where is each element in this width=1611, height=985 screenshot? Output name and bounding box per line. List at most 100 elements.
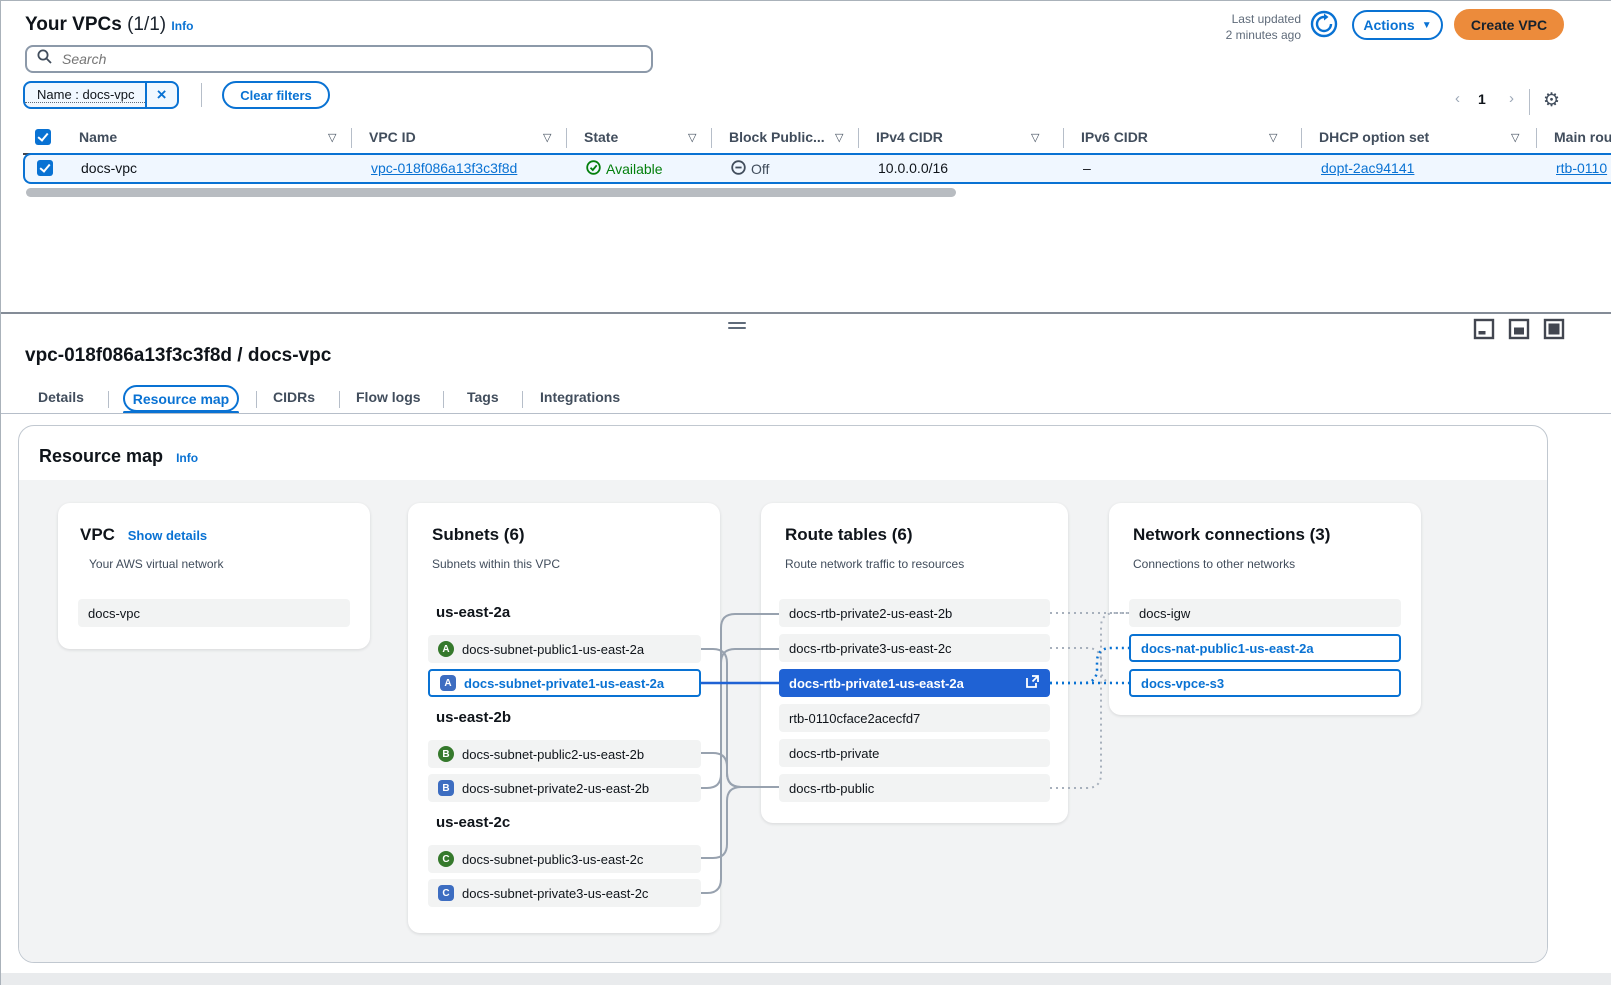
- subnet-item[interactable]: B docs-subnet-private2-us-east-2b: [428, 774, 701, 802]
- subnet-item[interactable]: C docs-subnet-private3-us-east-2c: [428, 879, 701, 907]
- refresh-icon: [1310, 26, 1338, 41]
- subnet-az-badge: B: [438, 746, 454, 762]
- tab-cidrs[interactable]: CIDRs: [273, 389, 315, 405]
- vpc-card-subtitle: Your AWS virtual network: [89, 557, 224, 571]
- az-label: us-east-2c: [436, 814, 510, 831]
- page-title-count: (1/1): [127, 14, 166, 35]
- filter-divider: [201, 83, 202, 107]
- next-page-button[interactable]: ›: [1503, 89, 1520, 108]
- connection-item[interactable]: docs-igw: [1129, 599, 1401, 627]
- route-table-item[interactable]: rtb-0110cface2acecfd7: [779, 704, 1050, 732]
- resource-map-title: Resource map Info: [39, 446, 198, 467]
- column-header-vpc-id[interactable]: VPC ID: [369, 129, 416, 145]
- filter-chip-close-icon[interactable]: ×: [145, 83, 177, 107]
- cell-main-route-link[interactable]: rtb-0110: [1556, 160, 1607, 176]
- external-link-icon[interactable]: [1025, 674, 1040, 692]
- tab-integrations[interactable]: Integrations: [540, 389, 620, 405]
- column-header-name[interactable]: Name: [79, 129, 117, 145]
- vpc-detail-title: vpc-018f086a13f3c3f8d / docs-vpc: [25, 345, 331, 367]
- route-table-item[interactable]: docs-rtb-private: [779, 739, 1050, 767]
- route-table-item-selected[interactable]: docs-rtb-private1-us-east-2a: [779, 669, 1050, 697]
- sort-icon[interactable]: ▽: [835, 131, 843, 144]
- sort-icon[interactable]: ▽: [1511, 131, 1519, 144]
- table-row[interactable]: docs-vpc vpc-018f086a13f3c3f8d Available…: [23, 153, 1611, 184]
- subnet-az-badge: A: [438, 641, 454, 657]
- route-tables-card-subtitle: Route network traffic to resources: [785, 557, 964, 571]
- sort-icon[interactable]: ▽: [543, 131, 551, 144]
- show-details-link[interactable]: Show details: [128, 528, 207, 543]
- sort-icon[interactable]: ▽: [1031, 131, 1039, 144]
- subnet-item[interactable]: B docs-subnet-public2-us-east-2b: [428, 740, 701, 768]
- subnet-item[interactable]: C docs-subnet-public3-us-east-2c: [428, 845, 701, 873]
- off-minus-circle-icon: [731, 160, 746, 178]
- column-header-dhcp[interactable]: DHCP option set: [1319, 129, 1429, 145]
- caret-down-icon: ▼: [1422, 20, 1432, 31]
- sort-icon[interactable]: ▽: [328, 131, 336, 144]
- panel-layout-bottom-icon[interactable]: [1473, 318, 1495, 340]
- available-check-icon: [586, 160, 601, 178]
- cell-vpc-id-link[interactable]: vpc-018f086a13f3c3f8d: [371, 160, 517, 176]
- column-header-ipv4-cidr[interactable]: IPv4 CIDR: [876, 129, 943, 145]
- actions-button[interactable]: Actions ▼: [1352, 10, 1443, 40]
- column-divider: [711, 128, 712, 148]
- cell-ipv6-cidr: –: [1083, 160, 1091, 176]
- table-settings-gear-icon[interactable]: ⚙: [1537, 88, 1566, 113]
- column-divider: [1536, 128, 1537, 148]
- subnet-az-badge: B: [438, 780, 454, 796]
- subnet-item[interactable]: A docs-subnet-public1-us-east-2a: [428, 635, 701, 663]
- cell-dhcp-link[interactable]: dopt-2ac94141: [1321, 160, 1414, 176]
- network-connections-card-title: Network connections (3): [1133, 525, 1330, 545]
- prev-page-button[interactable]: ‹: [1449, 89, 1466, 108]
- split-panel-drag-handle[interactable]: [728, 322, 746, 331]
- column-header-ipv6-cidr[interactable]: IPv6 CIDR: [1081, 129, 1148, 145]
- cell-block-public: Off: [731, 160, 769, 178]
- refresh-button[interactable]: [1309, 10, 1339, 40]
- horizontal-scrollbar[interactable]: [26, 188, 956, 197]
- connection-item-highlighted[interactable]: docs-nat-public1-us-east-2a: [1129, 634, 1401, 662]
- current-page[interactable]: 1: [1478, 91, 1486, 107]
- route-table-item[interactable]: docs-rtb-public: [779, 774, 1050, 802]
- route-table-item[interactable]: docs-rtb-private3-us-east-2c: [779, 634, 1050, 662]
- search-box[interactable]: [25, 45, 653, 73]
- vpc-item[interactable]: docs-vpc: [78, 599, 350, 627]
- tab-flow-logs[interactable]: Flow logs: [356, 389, 421, 405]
- cell-state: Available: [586, 160, 663, 178]
- row-checkbox[interactable]: [37, 160, 53, 176]
- column-header-state[interactable]: State: [584, 129, 618, 145]
- tab-resource-map[interactable]: Resource map: [123, 385, 239, 412]
- panel-layout-full-icon[interactable]: [1543, 318, 1565, 340]
- column-divider: [351, 128, 352, 148]
- tab-details[interactable]: Details: [38, 389, 84, 405]
- search-input[interactable]: [60, 50, 641, 68]
- info-link[interactable]: Info: [171, 19, 193, 33]
- route-tables-card-title: Route tables (6): [785, 525, 913, 545]
- panel-layout-half-icon[interactable]: [1508, 318, 1530, 340]
- page-bottom-scrollbar-track[interactable]: [1, 973, 1611, 985]
- resource-map-info-link[interactable]: Info: [176, 451, 198, 465]
- sort-icon[interactable]: ▽: [1269, 131, 1277, 144]
- vpc-card-title: VPC Show details: [80, 525, 207, 545]
- subnet-az-badge: C: [438, 885, 454, 901]
- subnet-item-selected[interactable]: A docs-subnet-private1-us-east-2a: [428, 669, 701, 697]
- column-header-block-public[interactable]: Block Public...: [729, 129, 825, 145]
- column-header-main-route[interactable]: Main rou: [1554, 129, 1611, 145]
- table-header: Name VPC ID State Block Public... IPv4 C…: [23, 125, 1611, 155]
- network-connections-card-subtitle: Connections to other networks: [1133, 557, 1295, 571]
- vpc-console-page: Your VPCs (1/1) Info Last updated 2 minu…: [0, 0, 1611, 985]
- tab-tags[interactable]: Tags: [467, 389, 499, 405]
- subnets-card-subtitle: Subnets within this VPC: [432, 557, 560, 571]
- create-vpc-button[interactable]: Create VPC: [1454, 9, 1564, 40]
- subnet-az-badge: A: [440, 675, 456, 691]
- select-all-checkbox[interactable]: [35, 129, 51, 145]
- filter-chip-label: Name : docs-vpc: [25, 87, 145, 103]
- search-icon: [37, 49, 52, 69]
- pagination-divider: [1529, 89, 1530, 115]
- subnets-card-title: Subnets (6): [432, 525, 525, 545]
- vpc-card: VPC Show details Your AWS virtual networ…: [58, 503, 370, 649]
- route-table-item[interactable]: docs-rtb-private2-us-east-2b: [779, 599, 1050, 627]
- clear-filters-button[interactable]: Clear filters: [222, 81, 330, 109]
- connection-item-highlighted[interactable]: docs-vpce-s3: [1129, 669, 1401, 697]
- last-updated-text: Last updated 2 minutes ago: [1226, 11, 1301, 43]
- sort-icon[interactable]: ▽: [688, 131, 696, 144]
- column-divider: [1063, 128, 1064, 148]
